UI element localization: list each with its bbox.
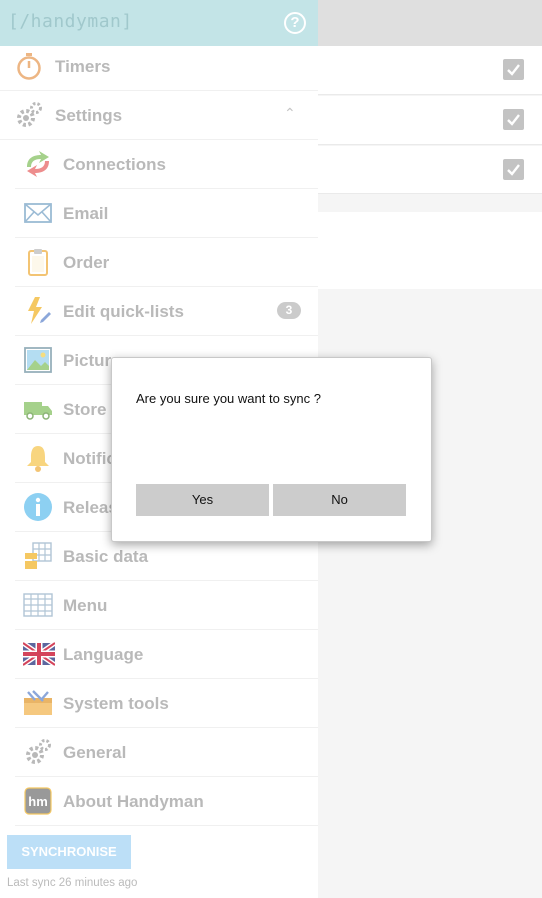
no-button[interactable]: No [273, 484, 406, 516]
dialog-message: Are you sure you want to sync ? [136, 391, 321, 406]
sync-confirm-dialog: Are you sure you want to sync ? Yes No [111, 357, 432, 542]
yes-button[interactable]: Yes [136, 484, 269, 516]
